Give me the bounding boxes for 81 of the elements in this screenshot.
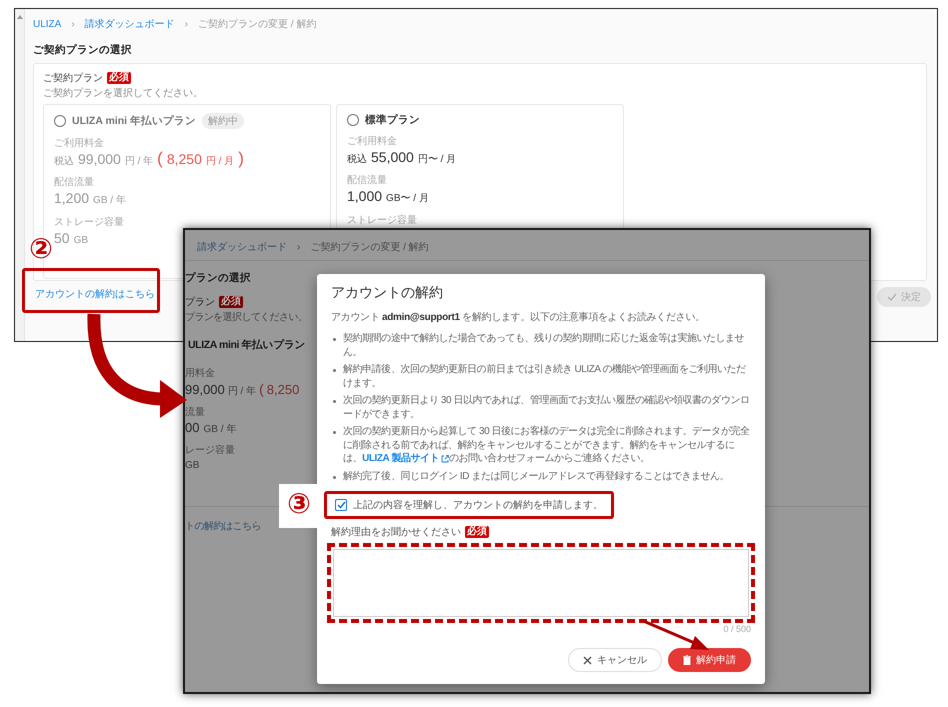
monthly-price: 8,250	[266, 382, 300, 398]
breadcrumb-link[interactable]: ULIZA	[33, 18, 62, 30]
traffic-value: 00	[185, 420, 200, 436]
product-site-link[interactable]: ULIZA 製品サイト	[362, 452, 450, 466]
traffic-value: 1,200	[54, 190, 90, 206]
note-text: 契約期間の途中で解約した場合であっても、残りの契約期間に応じた返金等は実施いたしません。	[343, 332, 746, 359]
external-link-icon	[441, 454, 450, 463]
breadcrumb-separator: ›	[71, 18, 75, 30]
dialog-intro: アカウント admin@support1 を解約します。以下の注意事項をよくお読みください。	[331, 310, 706, 324]
close-icon	[583, 656, 592, 664]
field-hint: ご契約プランを選択してください。	[43, 86, 204, 100]
dialog-title: アカウントの解約	[331, 284, 444, 302]
storage-label: ストレージ容量	[347, 214, 418, 227]
bullet-icon	[333, 431, 336, 434]
status-badge: 解約中	[202, 113, 244, 129]
breadcrumb-link[interactable]: 請求ダッシュボード	[84, 17, 175, 31]
submit-cancellation-button[interactable]: 解約申請	[668, 648, 751, 672]
required-badge: 必須	[219, 296, 243, 308]
traffic-label: 配信流量	[347, 174, 388, 187]
field-label: プラン	[185, 296, 215, 309]
note-text: 次回の契約更新日より 30 日以内であれば、管理画面でお支払い履歴の確認や領収書のダウンロードができます。	[343, 394, 750, 421]
monthly-unit: 円 / 月	[206, 155, 234, 169]
paren-text: (	[157, 151, 163, 167]
required-badge: 必須	[465, 526, 489, 538]
price-unit: 円 / 年	[228, 385, 256, 399]
breadcrumb-current: ご契約プランの変更 / 解約	[198, 18, 316, 31]
checkbox-label: 上記の内容を理解し、アカウントの解約を申請します。	[353, 498, 603, 512]
tax-label: 税込	[347, 152, 367, 167]
check-icon	[887, 293, 897, 301]
storage-value: 50	[54, 230, 70, 246]
storage-label: ストレージ容量	[54, 216, 125, 229]
field-label: 解約理由をお聞かせください	[331, 526, 461, 539]
price-label: ご利用料金	[54, 136, 105, 150]
tax-label: 税込	[54, 154, 74, 169]
storage-label: レージ容量	[185, 444, 236, 457]
radio-button[interactable]	[347, 114, 359, 126]
pointer-arrow	[639, 618, 711, 652]
price-label: ご利用料金	[347, 134, 398, 148]
note-text: 解約申請後、次回の契約更新日の前日までは引き続き ULIZA の機能や管理画面をご利用いただけます。	[343, 363, 747, 390]
plan-name: ULIZA mini 年払いプラン	[187, 338, 306, 352]
trash-icon	[683, 655, 691, 665]
note-text: 次回の契約更新日から起算して 30 日後にお客様のデータは完全に削除されます。データが完全に削除される前であれば、解約をキャンセルすることができます。解約をキャンセルするには、ULIZA 製品サイト のお問い合わせフォームからご連絡ください。	[343, 425, 750, 466]
storage-unit: GB	[185, 459, 200, 473]
required-badge: 必須	[107, 72, 131, 84]
breadcrumb-separator: ›	[297, 242, 300, 252]
traffic-unit: GB〜 / 月	[386, 192, 429, 206]
bullet-icon	[333, 476, 336, 478]
price-value: 55,000	[371, 149, 414, 165]
step-number: ③	[279, 484, 319, 528]
monthly-price: 8,250	[166, 151, 202, 167]
storage-unit: GB	[74, 234, 88, 248]
traffic-label: 配信流量	[54, 176, 95, 189]
field-hint: プランを選択してください。	[185, 310, 307, 324]
price-unit: 円 / 年	[124, 155, 154, 169]
bullet-icon	[333, 338, 336, 341]
traffic-label: 流量	[185, 406, 206, 419]
plan-name: 標準プラン	[365, 113, 420, 127]
cancel-account-link[interactable]: アカウントの解約はこちら	[35, 287, 155, 301]
price-value: 99,000	[78, 151, 121, 167]
plan-name: ULIZA mini 年払いプラン	[72, 114, 196, 128]
breadcrumb-separator: ›	[184, 18, 188, 30]
section-title: ご契約プランの選択	[33, 43, 133, 57]
traffic-value: 1,000	[347, 188, 382, 204]
price-label: 用料金	[185, 366, 216, 380]
cancel-button[interactable]: キャンセル	[568, 648, 662, 672]
character-counter: 0 / 500	[722, 624, 751, 634]
breadcrumb-link[interactable]: 請求ダッシュボード	[197, 240, 287, 254]
field-label: ご契約プラン	[43, 72, 103, 85]
price-unit: 円〜 / 月	[418, 153, 456, 167]
paren-text: )	[238, 151, 244, 167]
price-value: 99,000	[185, 382, 225, 398]
traffic-unit: GB / 年	[203, 423, 236, 437]
scroll-up-icon[interactable]	[16, 15, 22, 19]
cancel-account-link[interactable]: トの解約はこちら	[185, 519, 261, 533]
note-text: 解約完了後、同じログイン ID または同じメールアドレスで再登録することはできません。	[343, 470, 730, 483]
reason-field[interactable]	[333, 549, 749, 617]
paren-text: (	[259, 381, 264, 397]
checkbox[interactable]	[335, 499, 347, 511]
traffic-unit: GB / 年	[93, 194, 126, 208]
bullet-icon	[333, 369, 336, 372]
bullet-icon	[333, 400, 336, 403]
